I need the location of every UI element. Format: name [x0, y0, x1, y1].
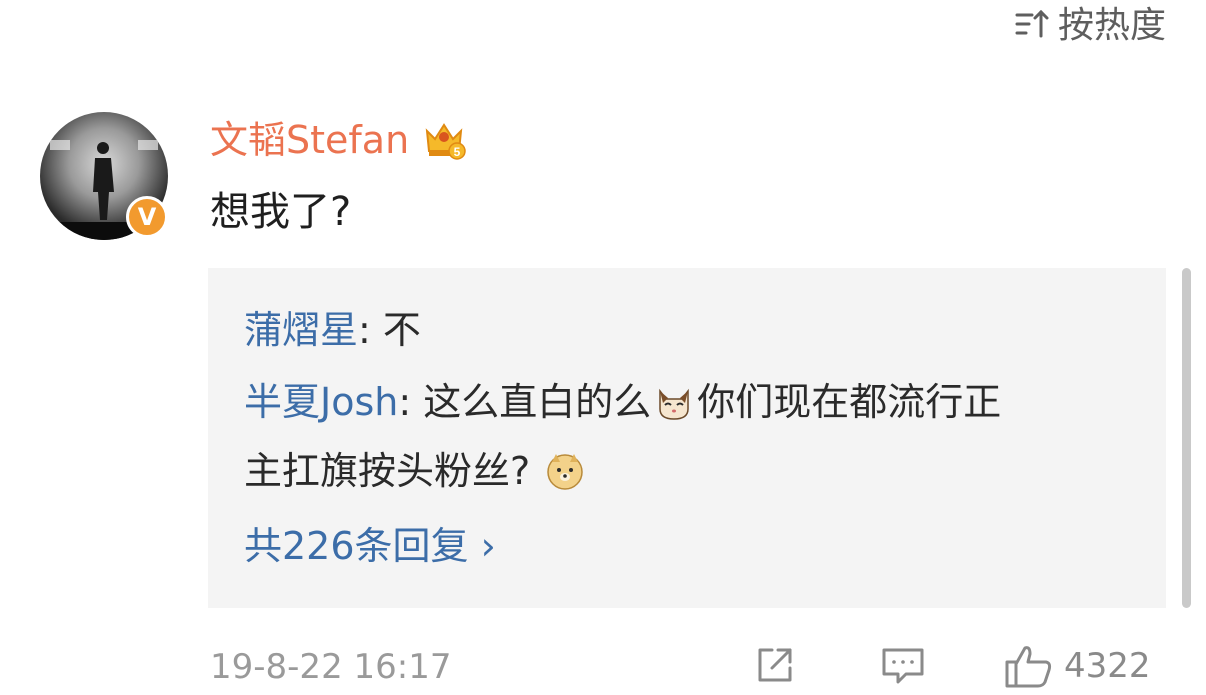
reply-username[interactable]: 半夏Josh	[244, 380, 398, 424]
reply-item[interactable]: 半夏Josh: 这么直白的么 你们现在都流行正	[244, 374, 1001, 430]
avatar[interactable]: V	[40, 112, 168, 240]
verified-v-badge: V	[126, 196, 168, 238]
sort-label: 按热度	[1057, 5, 1166, 46]
reply-preview-box[interactable]: 蒲熠星: 不 半夏Josh: 这么直白的么 你们现在都流行正 主扛旗按头粉丝?	[208, 268, 1166, 608]
sort-by-hot-button[interactable]: 按热度	[1014, 2, 1166, 50]
reply-text: : 不	[358, 308, 421, 352]
reply-text: : 这么直白的么	[398, 380, 652, 424]
doge-emoji-icon	[544, 450, 586, 492]
comment-text: 想我了?	[210, 189, 352, 235]
comment-username[interactable]: 文韬Stefan	[210, 113, 409, 167]
reply-text: 主扛旗按头粉丝?	[244, 449, 531, 493]
reply-button[interactable]	[880, 642, 926, 688]
reply-item[interactable]: 蒲熠星: 不	[244, 302, 421, 358]
like-button[interactable]: 4322	[1004, 642, 1151, 690]
reply-text-continued: 你们现在都流行正	[697, 380, 1002, 424]
comment-timestamp: 19-8-22 16:17	[210, 647, 452, 687]
member-crown-icon[interactable]: 5	[421, 117, 467, 163]
share-button[interactable]	[752, 642, 798, 688]
sort-icon	[1014, 6, 1050, 46]
comment-icon	[880, 642, 926, 688]
thumbs-up-icon	[1004, 642, 1054, 690]
cat-emoji-icon	[653, 381, 695, 423]
reply-username[interactable]: 蒲熠星	[244, 308, 358, 352]
view-all-replies-link[interactable]: 共226条回复 ›	[244, 518, 496, 574]
member-level: 5	[454, 145, 461, 159]
reply-item-continued: 主扛旗按头粉丝?	[244, 443, 588, 499]
scrollbar[interactable]	[1182, 268, 1191, 608]
share-icon	[752, 642, 798, 688]
like-count: 4322	[1064, 646, 1151, 686]
